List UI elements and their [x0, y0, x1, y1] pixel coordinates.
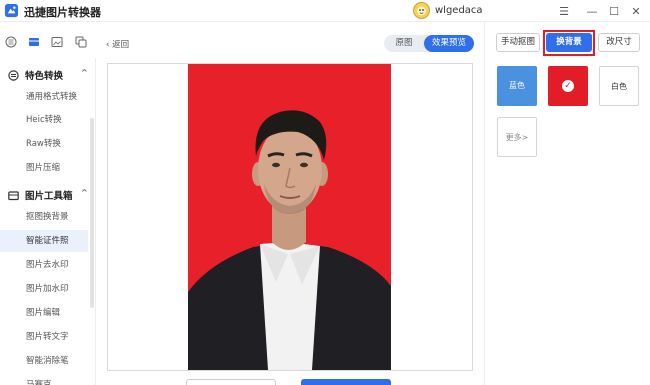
sidebar-item-ocr[interactable]: 图片转文字 [0, 326, 88, 348]
tool-image-icon[interactable] [51, 36, 63, 48]
chevron-up-icon: ^ [81, 68, 88, 77]
secondary-action-button[interactable] [186, 379, 276, 385]
tab-highlight-box [543, 30, 595, 56]
tool-copy-icon[interactable] [75, 36, 87, 48]
chevron-up-icon: ^ [81, 188, 88, 197]
checkmark-icon: ✓ [562, 79, 574, 92]
username[interactable]: wlgedaca [435, 5, 483, 16]
sidebar-item-raw[interactable]: Raw转换 [0, 133, 88, 155]
minimize-button[interactable]: — [584, 3, 600, 19]
restore-button[interactable]: ☐ [606, 3, 622, 19]
sidebar-group-special[interactable]: 特色转换 ^ [8, 68, 88, 82]
avatar[interactable] [413, 2, 430, 19]
title-bar: 迅捷图片转换器 wlgedaca ☰ — ☐ ✕ [0, 0, 650, 22]
color-swatch-white[interactable]: 白色 [599, 66, 639, 106]
sidebar-item-edit[interactable]: 图片编辑 [0, 302, 88, 324]
view-preview-button[interactable]: 效果预览 [424, 35, 474, 52]
sidebar-item-eraser[interactable]: 智能消除笔 [0, 350, 88, 372]
color-swatch-red[interactable]: ✓ [548, 66, 588, 106]
view-toggle: 原图 效果预览 [384, 35, 474, 52]
tool-grid-icon[interactable] [28, 36, 40, 48]
close-button[interactable]: ✕ [628, 3, 644, 19]
sidebar-item-add-watermark[interactable]: 图片加水印 [0, 278, 88, 300]
back-label: 返回 [112, 40, 130, 50]
app-title: 迅捷图片转换器 [24, 6, 101, 19]
color-swatch-blue[interactable]: 蓝色 [497, 66, 537, 106]
sidebar-group-label: 图片工具箱 [25, 191, 73, 202]
sidebar-group-toolbox[interactable]: 图片工具箱 ^ [8, 188, 88, 202]
menu-icon[interactable]: ☰ [556, 3, 572, 19]
sidebar-item-mosaic[interactable]: 马赛克 [0, 374, 88, 385]
sidebar-scrollbar[interactable] [90, 118, 94, 308]
chevron-left-icon: ‹ [106, 40, 110, 50]
app-logo-icon [4, 3, 19, 18]
more-colors-button[interactable]: 更多> [497, 117, 537, 157]
tab-manual-cutout[interactable]: 手动抠图 [496, 33, 540, 52]
sidebar-item-format[interactable]: 通用格式转换 [0, 86, 88, 108]
tool-circle-icon[interactable] [5, 36, 17, 48]
sidebar-item-cutout[interactable]: 抠图换背景 [0, 206, 88, 228]
view-original-button[interactable]: 原图 [384, 35, 424, 52]
sidebar-item-compress[interactable]: 图片压缩 [0, 157, 88, 179]
back-button[interactable]: ‹ 返回 [106, 38, 129, 50]
sidebar-group-label: 特色转换 [25, 71, 64, 82]
image-canvas [107, 63, 473, 371]
convert-icon [8, 69, 19, 81]
tab-resize[interactable]: 改尺寸 [598, 33, 640, 52]
id-photo-preview [188, 64, 391, 370]
sidebar-item-id-photo[interactable]: 智能证件照 [0, 230, 88, 252]
toolbox-icon [8, 190, 19, 200]
sidebar-item-remove-watermark[interactable]: 图片去水印 [0, 254, 88, 276]
sidebar: 特色转换 ^ 通用格式转换 Heic转换 Raw转换 图片压缩 图片工具箱 ^ … [0, 58, 96, 385]
primary-action-button[interactable] [301, 379, 391, 385]
sidebar-item-heic[interactable]: Heic转换 [0, 109, 88, 131]
